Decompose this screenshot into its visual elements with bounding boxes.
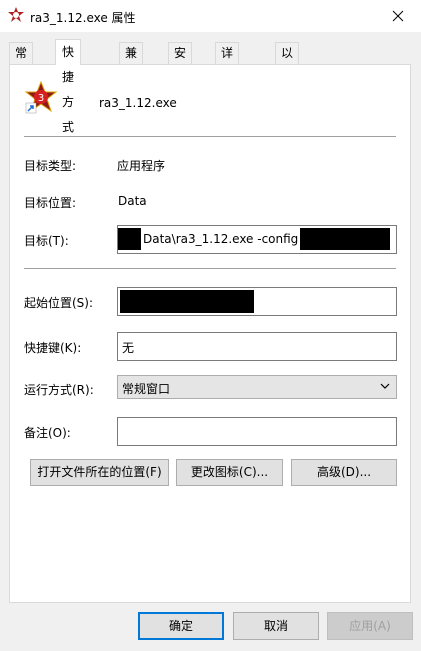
target-location-label: 目标位置: [24,196,77,210]
tab-shortcut[interactable]: 快捷方式 [55,39,82,134]
separator [24,136,396,137]
shortcut-panel: 3 ra3_1.12.exe 目标类型: 应用程序 目标位置: Data 目标(… [9,64,411,603]
tab-previous-versions[interactable]: 以前的版本 [275,42,300,144]
tab-details[interactable]: 详细信息 [215,42,240,123]
hotkey-value: 无 [122,341,135,355]
ok-button[interactable]: 确定 [138,612,224,640]
window-title: ra3_1.12.exe 属性 [30,11,136,25]
hotkey-field[interactable]: 无 [117,332,397,361]
target-value: Data\ra3_1.12.exe -config " [143,232,308,246]
target-location-value: Data [118,194,147,208]
start-in-field[interactable] [117,287,397,316]
title-bar: ra3_1.12.exe 属性 [0,0,421,32]
target-field[interactable]: Data\ra3_1.12.exe -config " [117,225,397,254]
redaction [120,290,254,313]
svg-text:3: 3 [38,93,44,104]
comment-label: 备注(O): [24,426,71,440]
hotkey-label: 快捷键(K): [24,341,82,355]
shortcut-icon: 3 [24,81,58,114]
redaction [300,228,390,250]
target-label: 目标(T): [24,234,69,248]
comment-field[interactable] [117,417,397,446]
open-file-location-button[interactable]: 打开文件所在的位置(F) [30,459,169,486]
run-select[interactable]: 常规窗口 [117,375,397,399]
chevron-down-icon [380,383,390,389]
tab-compatibility[interactable]: 兼容性 [119,42,144,102]
close-button[interactable] [375,0,421,32]
change-icon-button[interactable]: 更改图标(C)... [176,459,283,486]
cancel-button[interactable]: 取消 [233,612,319,640]
app-icon [8,7,24,22]
start-in-label: 起始位置(S): [24,296,94,310]
tab-security[interactable]: 安全 [168,42,193,81]
run-value: 常规窗口 [122,382,171,396]
close-icon [392,10,404,22]
advanced-button[interactable]: 高级(D)... [291,459,397,486]
tab-general[interactable]: 常规 [9,42,34,81]
redaction [118,228,141,250]
target-type-value: 应用程序 [117,159,166,173]
apply-button[interactable]: 应用(A) [327,612,413,640]
shortcut-name: ra3_1.12.exe [99,96,177,110]
target-type-label: 目标类型: [24,159,77,173]
separator [24,268,396,269]
run-label: 运行方式(R): [24,383,94,397]
